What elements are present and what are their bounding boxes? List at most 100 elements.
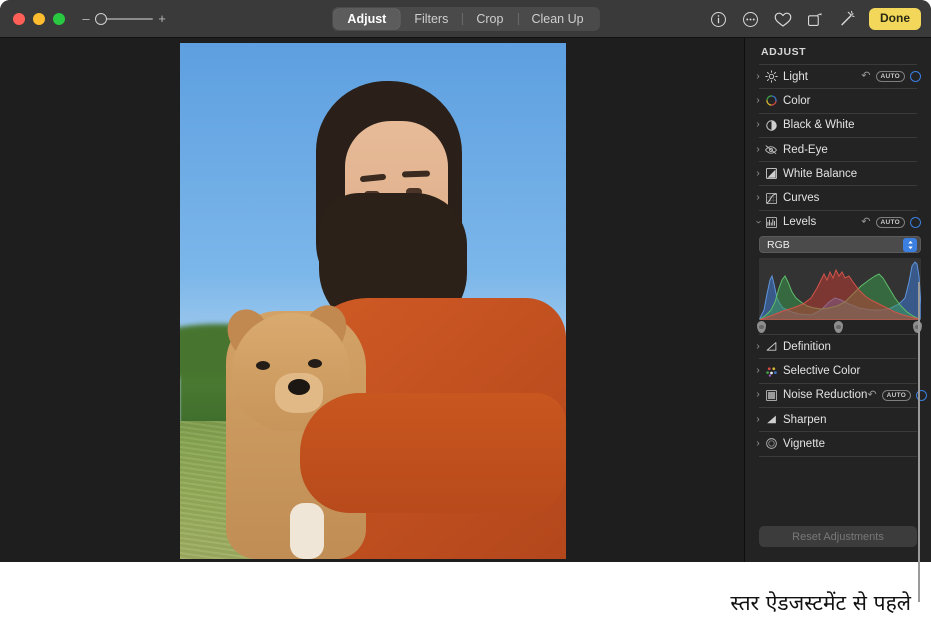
figure-caption: स्तर ऐडजस्टमेंट से पहले bbox=[730, 589, 911, 617]
chevron-down-icon[interactable]: › bbox=[753, 217, 763, 227]
adjust-label-definition: Definition bbox=[783, 341, 831, 353]
dog-nose-shape bbox=[288, 379, 310, 395]
rotate-icon[interactable] bbox=[805, 10, 824, 29]
eyebrow-right bbox=[402, 171, 430, 178]
chevron-right-icon[interactable]: › bbox=[753, 169, 763, 179]
chevron-right-icon[interactable]: › bbox=[753, 145, 763, 155]
chevron-right-icon[interactable]: › bbox=[753, 72, 763, 82]
minimize-window-button[interactable] bbox=[33, 13, 45, 25]
adjust-row-light[interactable]: › Light ↶ AUTO bbox=[745, 65, 931, 88]
reset-adjustments-button[interactable]: Reset Adjustments bbox=[759, 526, 917, 547]
chevron-right-icon[interactable]: › bbox=[753, 439, 763, 449]
sharpen-icon bbox=[764, 413, 778, 427]
close-window-button[interactable] bbox=[13, 13, 25, 25]
levels-black-point-handle[interactable] bbox=[757, 321, 766, 333]
edit-mode-tabs: Adjust Filters Crop Clean Up bbox=[331, 7, 599, 31]
chevron-right-icon[interactable]: › bbox=[753, 193, 763, 203]
levels-midpoint-handle[interactable] bbox=[834, 321, 843, 333]
zoom-slider-track[interactable] bbox=[95, 12, 153, 26]
adjust-label-noise-reduction: Noise Reduction bbox=[783, 389, 867, 401]
chevron-right-icon[interactable]: › bbox=[753, 342, 763, 352]
adjust-row-black-white[interactable]: › Black & White bbox=[745, 114, 931, 137]
enable-toggle-icon[interactable] bbox=[910, 71, 921, 82]
photos-editor-window: – + Adjust Filters Crop Clean Up bbox=[0, 0, 931, 562]
adjust-row-selective-color[interactable]: › Selective Color bbox=[745, 359, 931, 382]
vignette-icon bbox=[764, 437, 778, 451]
photo-canvas[interactable] bbox=[0, 38, 744, 562]
auto-enhance-wand-icon[interactable] bbox=[837, 10, 856, 29]
adjust-label-levels: Levels bbox=[783, 216, 816, 228]
adjust-row-levels[interactable]: › Levels ↶ AUTO bbox=[745, 211, 931, 234]
favorite-heart-icon[interactable] bbox=[773, 10, 792, 29]
toolbar: – + Adjust Filters Crop Clean Up bbox=[0, 0, 931, 38]
auto-badge[interactable]: AUTO bbox=[882, 390, 912, 402]
adjust-row-curves[interactable]: › Curves bbox=[745, 186, 931, 209]
adjust-label-light: Light bbox=[783, 71, 808, 83]
tab-adjust[interactable]: Adjust bbox=[333, 9, 400, 29]
adjust-label-black-white: Black & White bbox=[783, 119, 855, 131]
adjust-label-white-balance: White Balance bbox=[783, 168, 857, 180]
toolbar-actions: Done bbox=[709, 0, 921, 38]
divider bbox=[759, 456, 917, 457]
levels-histogram[interactable] bbox=[759, 258, 921, 334]
row-controls: ↶ AUTO bbox=[861, 71, 921, 83]
adjust-label-vignette: Vignette bbox=[783, 438, 825, 450]
undo-icon[interactable]: ↶ bbox=[861, 71, 870, 82]
dog-chest-fur bbox=[290, 503, 324, 559]
zoom-slider-control[interactable]: – + bbox=[82, 12, 166, 26]
window-controls bbox=[13, 13, 65, 25]
histogram-graph bbox=[759, 258, 921, 320]
tab-crop[interactable]: Crop bbox=[462, 9, 517, 29]
levels-channel-select[interactable]: RGB bbox=[759, 236, 921, 253]
more-options-icon[interactable] bbox=[741, 10, 760, 29]
levels-icon bbox=[764, 215, 778, 229]
undo-icon[interactable]: ↶ bbox=[861, 217, 870, 228]
adjust-label-red-eye: Red-Eye bbox=[783, 144, 828, 156]
app-root: – + Adjust Filters Crop Clean Up bbox=[0, 0, 931, 625]
auto-badge[interactable]: AUTO bbox=[876, 217, 906, 229]
adjust-row-definition[interactable]: › Definition bbox=[745, 335, 931, 358]
photo-image[interactable] bbox=[180, 43, 566, 559]
zoom-window-button[interactable] bbox=[53, 13, 65, 25]
callout-line bbox=[918, 282, 920, 602]
zoom-slider-knob[interactable] bbox=[95, 13, 107, 25]
chevron-right-icon[interactable]: › bbox=[753, 120, 763, 130]
done-button[interactable]: Done bbox=[869, 8, 921, 29]
undo-icon[interactable]: ↶ bbox=[867, 390, 876, 401]
adjust-label-selective-color: Selective Color bbox=[783, 365, 860, 377]
adjust-panel: ADJUST › Light ↶ AUTO › bbox=[744, 38, 931, 562]
enable-toggle-icon[interactable] bbox=[910, 217, 921, 228]
black-white-icon bbox=[764, 118, 778, 132]
adjust-row-vignette[interactable]: › Vignette bbox=[745, 432, 931, 455]
adjust-row-color[interactable]: › Color bbox=[745, 89, 931, 112]
zoom-in-label[interactable]: + bbox=[158, 12, 166, 25]
adjust-row-noise-reduction[interactable]: › Noise Reduction ↶ AUTO bbox=[745, 384, 931, 407]
chevron-right-icon[interactable]: › bbox=[753, 366, 763, 376]
subject-group bbox=[180, 43, 566, 559]
tab-clean-up[interactable]: Clean Up bbox=[517, 9, 597, 29]
adjust-label-color: Color bbox=[783, 95, 810, 107]
chevron-right-icon[interactable]: › bbox=[753, 96, 763, 106]
selective-color-icon bbox=[764, 364, 778, 378]
info-icon[interactable] bbox=[709, 10, 728, 29]
zoom-out-label[interactable]: – bbox=[82, 12, 90, 25]
adjust-label-sharpen: Sharpen bbox=[783, 414, 826, 426]
adjust-row-red-eye[interactable]: › Red-Eye bbox=[745, 138, 931, 161]
adjust-row-sharpen[interactable]: › Sharpen bbox=[745, 408, 931, 431]
levels-slider[interactable] bbox=[759, 320, 921, 334]
arm-sleeve-shape bbox=[300, 393, 566, 513]
adjust-label-curves: Curves bbox=[783, 192, 819, 204]
auto-badge[interactable]: AUTO bbox=[876, 71, 906, 83]
chevron-right-icon[interactable]: › bbox=[753, 415, 763, 425]
white-balance-icon bbox=[764, 167, 778, 181]
color-wheel-icon bbox=[764, 94, 778, 108]
dog-eye-left bbox=[256, 361, 270, 370]
chevron-right-icon[interactable]: › bbox=[753, 390, 763, 400]
panel-title: ADJUST bbox=[745, 38, 931, 64]
curves-icon bbox=[764, 191, 778, 205]
tab-filters[interactable]: Filters bbox=[400, 9, 462, 29]
red-eye-icon bbox=[764, 143, 778, 157]
levels-channel-value: RGB bbox=[767, 239, 790, 251]
chevron-updown-icon[interactable] bbox=[903, 238, 917, 252]
adjust-row-white-balance[interactable]: › White Balance bbox=[745, 162, 931, 185]
